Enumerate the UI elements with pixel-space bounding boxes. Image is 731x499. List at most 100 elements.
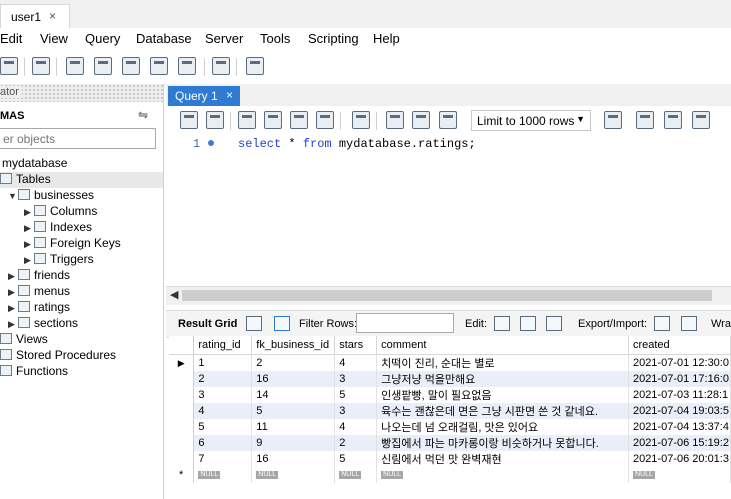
table-cell[interactable]: NULL: [376, 467, 629, 483]
tree-item-stored-procedures[interactable]: Stored Procedures: [0, 348, 116, 364]
table-cell[interactable]: 빵집에서 파는 마카롱이랑 비슷하거나 못합니다.: [376, 435, 629, 451]
table-cell[interactable]: 3: [193, 387, 253, 403]
menu-edit[interactable]: Edit: [0, 31, 22, 46]
search-table-data-icon[interactable]: [212, 57, 230, 75]
chevron-right-icon[interactable]: ▶: [8, 271, 18, 282]
create-view-icon[interactable]: [122, 57, 140, 75]
autocommit-icon[interactable]: [439, 111, 457, 129]
table-cell[interactable]: 2021-07-01 12:30:0: [628, 354, 731, 371]
commit-icon[interactable]: [386, 111, 404, 129]
import-icon[interactable]: [681, 316, 697, 331]
chevron-right-icon[interactable]: ▶: [8, 303, 18, 314]
close-tab-icon[interactable]: ×: [49, 9, 56, 23]
stop-icon[interactable]: [316, 111, 334, 129]
scroll-left-icon[interactable]: ◀: [170, 288, 178, 301]
table-cell[interactable]: 7: [193, 451, 253, 467]
menu-server[interactable]: Server: [205, 31, 243, 46]
table-cell[interactable]: 11: [251, 419, 336, 435]
add-row-icon[interactable]: [520, 316, 536, 331]
menu-view[interactable]: View: [40, 31, 68, 46]
export-icon[interactable]: [654, 316, 670, 331]
create-function-icon[interactable]: [178, 57, 196, 75]
table-cell[interactable]: 5: [251, 403, 336, 419]
column-header[interactable]: rating_id: [193, 336, 253, 355]
row-header[interactable]: [169, 451, 195, 467]
table-row[interactable]: ▶ 1 2 4 치떡이 진리, 순대는 별로 2021-07-01 12:30:0: [169, 354, 731, 371]
table-row[interactable]: 2 16 3 그냥저냥 먹을만해요 2021-07-01 17:16:0: [169, 371, 731, 387]
table-cell[interactable]: 5: [193, 419, 253, 435]
tree-item-indexes[interactable]: ▶ Indexes: [24, 220, 92, 236]
table-row[interactable]: 5 11 4 나오는데 넘 오래걸림, 맛은 있어요 2021-07-04 13:37:…: [169, 419, 731, 435]
table-cell[interactable]: 4: [193, 403, 253, 419]
tree-item-sections[interactable]: ▶ sections: [8, 316, 78, 332]
table-cell[interactable]: 5: [334, 451, 378, 467]
create-procedure-icon[interactable]: [150, 57, 168, 75]
reconnect-icon[interactable]: [246, 57, 264, 75]
scrollbar-thumb[interactable]: [182, 290, 712, 301]
sql-statement[interactable]: select * from mydatabase.ratings;: [238, 137, 476, 151]
new-sql-tab-icon[interactable]: [0, 57, 18, 75]
menu-scripting[interactable]: Scripting: [308, 31, 359, 46]
create-table-icon[interactable]: [94, 57, 112, 75]
wrap-cell-label[interactable]: Wra: [711, 318, 731, 330]
chevron-right-icon[interactable]: ▶: [24, 239, 34, 250]
table-cell[interactable]: 9: [251, 435, 336, 451]
tree-item-columns[interactable]: ▶ Columns: [24, 204, 97, 220]
column-header[interactable]: stars: [334, 336, 378, 355]
tree-item-businesses[interactable]: ▼ businesses: [8, 188, 94, 204]
open-folder-icon[interactable]: [180, 111, 198, 129]
tree-item-friends[interactable]: ▶ friends: [8, 268, 70, 284]
table-cell[interactable]: 4: [334, 419, 378, 435]
filter-rows-input[interactable]: [356, 313, 454, 333]
edit-cell-icon[interactable]: [494, 316, 510, 331]
table-cell[interactable]: 2: [193, 371, 253, 387]
menu-database[interactable]: Database: [136, 31, 192, 46]
table-cell[interactable]: 16: [251, 371, 336, 387]
query-tab[interactable]: Query 1 ×: [168, 86, 240, 106]
refresh-results-icon[interactable]: [274, 316, 290, 331]
table-cell[interactable]: 인생팥빵, 말이 필요없음: [376, 387, 629, 403]
row-header[interactable]: [169, 387, 195, 403]
table-cell[interactable]: NULL: [628, 467, 731, 483]
editor-horizontal-scrollbar[interactable]: ◀: [166, 286, 731, 305]
row-header[interactable]: ▶: [169, 354, 195, 371]
table-row[interactable]: 4 5 3 육수는 괜찮은데 면은 그냥 시판면 쓴 것 같네요. 2021-07-04…: [169, 403, 731, 419]
toggle-error-icon[interactable]: [352, 111, 370, 129]
table-cell[interactable]: 2021-07-04 13:37:4: [628, 419, 731, 435]
table-cell[interactable]: 2021-07-06 15:19:2: [628, 435, 731, 451]
table-row[interactable]: 7 16 5 신림에서 먹던 맛 완벽재현 2021-07-06 20:01:3: [169, 451, 731, 467]
tree-item-menus[interactable]: ▶ menus: [8, 284, 70, 300]
row-header[interactable]: [169, 435, 195, 451]
chevron-right-icon[interactable]: ▶: [24, 223, 34, 234]
column-header[interactable]: comment: [376, 336, 629, 355]
table-cell[interactable]: 신림에서 먹던 맛 완벽재현: [376, 451, 629, 467]
table-cell[interactable]: 5: [334, 387, 378, 403]
table-cell[interactable]: 3: [334, 371, 378, 387]
chevron-right-icon[interactable]: ▶: [24, 255, 34, 266]
table-cell[interactable]: 육수는 괜찮은데 면은 그냥 시판면 쓴 것 같네요.: [376, 403, 629, 419]
table-cell[interactable]: NULL: [251, 467, 336, 483]
table-cell[interactable]: 치떡이 진리, 순대는 별로: [376, 354, 629, 371]
table-cell[interactable]: 2021-07-03 11:28:1: [628, 387, 731, 403]
table-cell[interactable]: 2: [334, 435, 378, 451]
rollback-icon[interactable]: [412, 111, 430, 129]
row-header[interactable]: [169, 371, 195, 387]
tree-item-views[interactable]: Views: [0, 332, 48, 348]
tree-item-triggers[interactable]: ▶ Triggers: [24, 252, 94, 268]
table-cell[interactable]: NULL: [193, 467, 253, 483]
table-cell[interactable]: 나오는데 넘 오래걸림, 맛은 있어요: [376, 419, 629, 435]
menu-tools[interactable]: Tools: [260, 31, 290, 46]
menu-query[interactable]: Query: [85, 31, 120, 46]
table-cell[interactable]: 16: [251, 451, 336, 467]
refresh-icon[interactable]: ⇋: [138, 108, 148, 122]
column-header[interactable]: fk_business_id: [251, 336, 336, 355]
row-header[interactable]: [169, 419, 195, 435]
tree-item-ratings[interactable]: ▶ ratings: [8, 300, 70, 316]
column-header[interactable]: created: [628, 336, 731, 355]
table-cell[interactable]: 그냥저냥 먹을만해요: [376, 371, 629, 387]
table-cell[interactable]: NULL: [334, 467, 378, 483]
result-grid-label[interactable]: Result Grid: [178, 318, 237, 330]
delete-row-icon[interactable]: [546, 316, 562, 331]
tree-item-tables[interactable]: Tables: [0, 172, 163, 188]
create-schema-icon[interactable]: [66, 57, 84, 75]
